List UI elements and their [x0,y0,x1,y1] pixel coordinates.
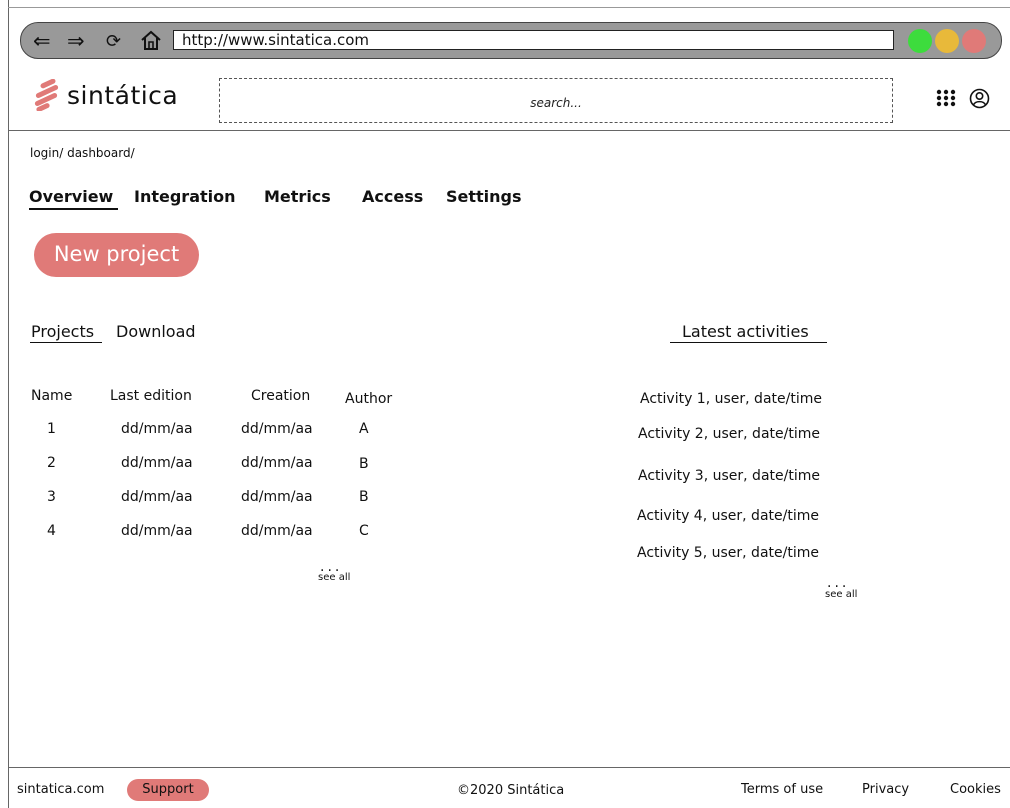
table-cell-name[interactable]: 1 [47,421,56,437]
subtab-projects[interactable]: Projects [31,322,94,341]
search-input[interactable]: search... [219,78,893,123]
window-border-top [8,7,1010,8]
window-border-left [8,0,9,808]
tab-access[interactable]: Access [362,187,423,206]
support-button[interactable]: Support [127,779,209,801]
table-cell-creation: dd/mm/aa [241,421,313,437]
latest-activities-title: Latest activities [682,322,809,341]
activity-item[interactable]: Activity 1, user, date/time [640,391,822,407]
table-cell-author: C [359,523,369,539]
table-cell-creation: dd/mm/aa [241,523,313,539]
latest-activities-underline [670,342,827,343]
footer-site-link[interactable]: sintatica.com [17,782,104,797]
column-header-last-edition[interactable]: Last edition [110,388,192,404]
window-green-dot[interactable] [908,29,932,53]
header-divider [8,130,1010,131]
table-cell-creation: dd/mm/aa [241,489,313,505]
user-circle-icon[interactable] [969,88,990,113]
tab-integration[interactable]: Integration [134,187,236,206]
table-cell-name[interactable]: 3 [47,489,56,505]
window-red-dot[interactable] [962,29,986,53]
column-header-name[interactable]: Name [31,388,72,404]
table-cell-author: B [359,489,369,505]
footer-cookies-link[interactable]: Cookies [950,782,1001,797]
table-cell-last-edition: dd/mm/aa [121,489,193,505]
table-cell-last-edition: dd/mm/aa [121,523,193,539]
logo[interactable]: sintática [32,78,178,112]
tab-overview[interactable]: Overview [29,187,113,206]
table-cell-creation: dd/mm/aa [241,455,313,471]
table-cell-last-edition: dd/mm/aa [121,455,193,471]
address-bar[interactable]: http://www.sintatica.com [173,30,894,50]
table-cell-name[interactable]: 4 [47,523,56,539]
tab-settings[interactable]: Settings [446,187,522,206]
column-header-author[interactable]: Author [345,391,392,407]
projects-see-all-link[interactable]: see all [318,572,350,583]
activity-item[interactable]: Activity 2, user, date/time [638,426,820,442]
table-cell-last-edition: dd/mm/aa [121,421,193,437]
footer-divider [8,767,1010,768]
table-cell-author: A [359,421,369,437]
footer-terms-link[interactable]: Terms of use [741,782,823,797]
footer-copyright: ©2020 Sintática [457,783,565,798]
logo-mark-icon [34,79,59,111]
footer-privacy-link[interactable]: Privacy [862,782,909,797]
activity-item[interactable]: Activity 3, user, date/time [638,468,820,484]
forward-arrow-icon[interactable]: ⇒ [67,31,85,52]
column-header-creation[interactable]: Creation [251,388,310,404]
window-yellow-dot[interactable] [935,29,959,53]
activity-item[interactable]: Activity 5, user, date/time [637,545,819,561]
back-arrow-icon[interactable]: ⇐ [33,31,51,52]
home-icon[interactable] [140,29,162,55]
reload-icon[interactable]: ⟳ [106,31,121,52]
active-tab-underline [29,208,118,210]
activities-see-all-dots: ... [827,575,850,591]
breadcrumb[interactable]: login/ dashboard/ [30,146,135,160]
apps-grid-icon[interactable] [936,89,956,111]
logo-text: sintática [67,80,179,110]
table-cell-name[interactable]: 2 [47,455,56,471]
table-cell-author: B [359,456,369,472]
tab-metrics[interactable]: Metrics [264,187,331,206]
projects-see-all-dots: ... [320,559,343,575]
activity-item[interactable]: Activity 4, user, date/time [637,508,819,524]
subtab-download[interactable]: Download [116,322,196,341]
new-project-button[interactable]: New project [34,233,199,277]
subtab-underline [30,342,102,343]
activities-see-all-link[interactable]: see all [825,589,857,600]
